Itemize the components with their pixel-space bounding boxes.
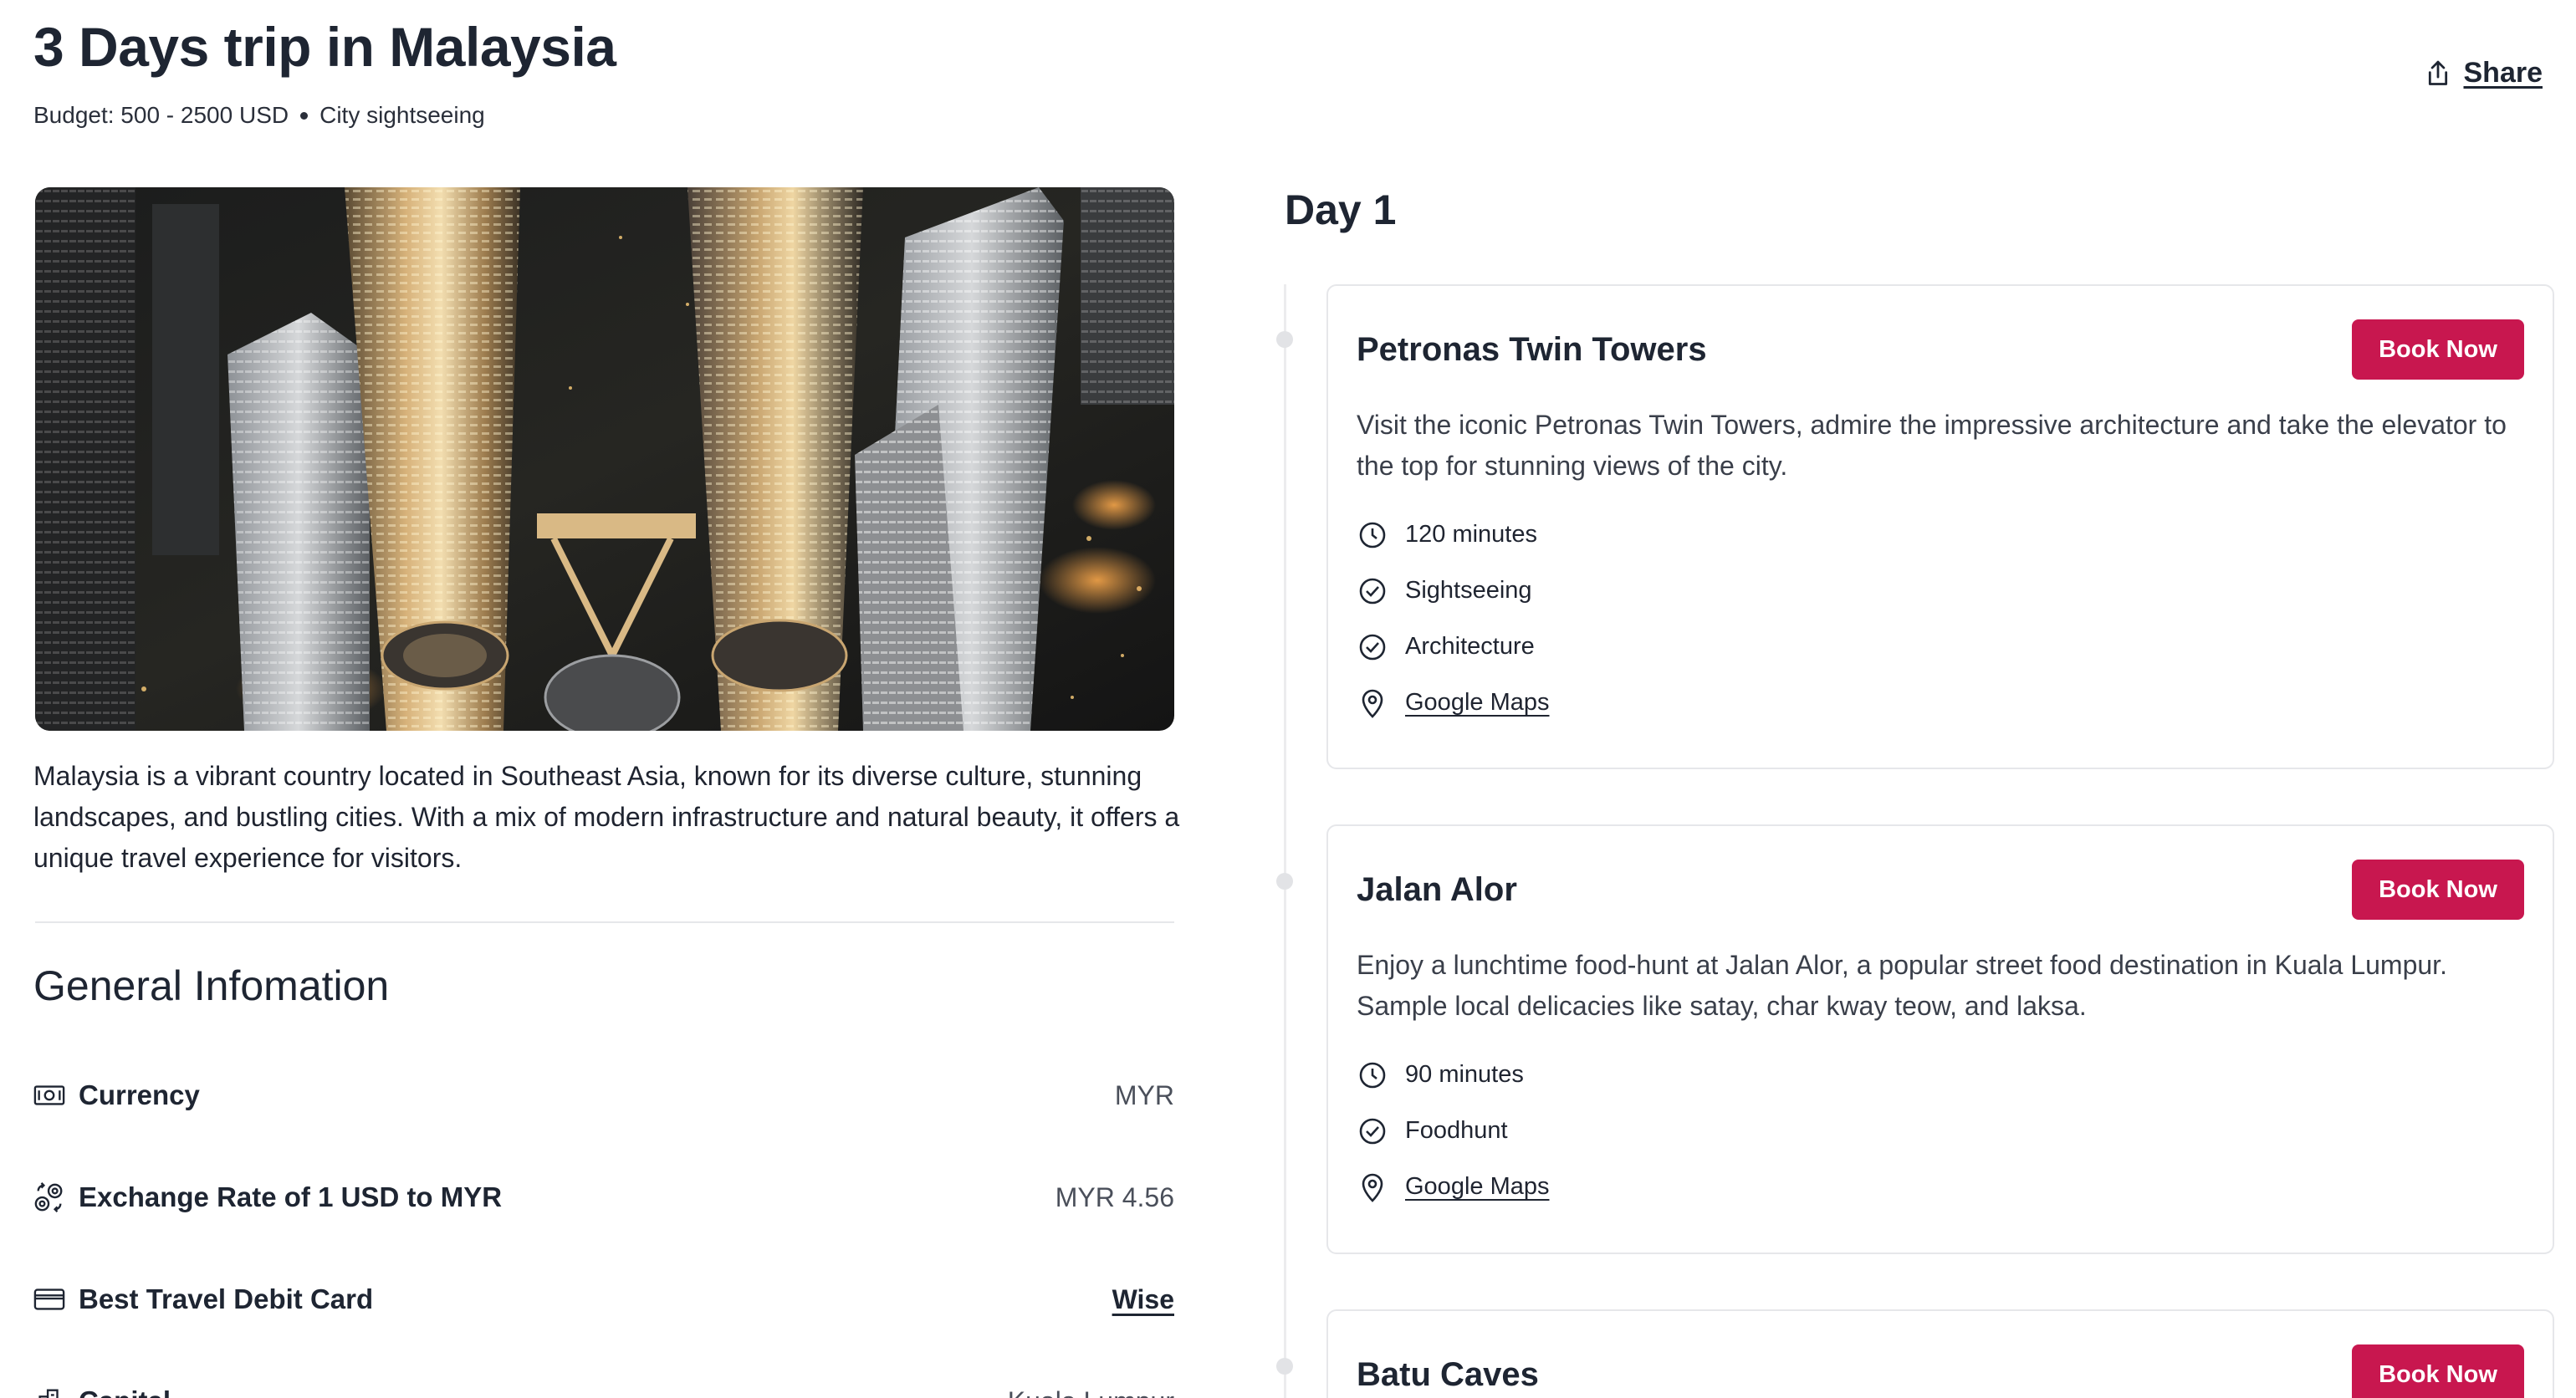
duration-text: 120 minutes [1405,521,1537,548]
share-icon [2422,58,2454,89]
page-title: 3 Days trip in Malaysia [33,16,616,78]
info-row-exchange-rate: Exchange Rate of 1 USD to MYR MYR 4.56 [33,1172,1174,1222]
share-label: Share [2463,57,2543,89]
info-row-debit-card: Best Travel Debit Card Wise [33,1274,1174,1324]
hero-image [35,187,1174,731]
section-divider [35,921,1174,923]
share-button[interactable]: Share [2422,57,2543,89]
tag-text: Architecture [1405,633,1535,660]
wise-link[interactable]: Wise [1112,1284,1174,1315]
general-info-title: General Infomation [33,962,390,1009]
tag-row: Foodhunt [1357,1103,1550,1159]
activity-card: Batu Caves Book Now [1326,1309,2554,1398]
info-label: Currency [79,1079,200,1110]
activity-description: Visit the iconic Petronas Twin Towers, a… [1357,410,2507,481]
google-maps-link[interactable]: Google Maps [1405,1173,1550,1201]
budget-text: Budget: 500 - 2500 USD [33,102,289,128]
info-value: MYR 4.56 [1055,1181,1174,1212]
maps-row: Google Maps [1357,675,1550,731]
book-now-button[interactable]: Book Now [2352,319,2524,380]
trip-meta: Budget: 500 - 2500 USD City sightseeing [33,102,485,129]
info-value: MYR [1114,1079,1174,1110]
tag-text: Sightseeing [1405,577,1532,604]
activity-title: Batu Caves [1357,1355,1539,1393]
activity-card: Jalan Alor Book Now Enjoy a lunchtime fo… [1326,824,2554,1254]
banknote-icon [33,1079,65,1111]
activity-description: Enjoy a lunchtime food-hunt at Jalan Alo… [1357,950,2447,1021]
duration-text: 90 minutes [1405,1061,1524,1088]
trip-style-text: City sightseeing [319,102,485,128]
map-pin-icon [1357,1171,1388,1203]
timeline-dot [1276,1358,1293,1375]
clock-icon [1357,1059,1388,1091]
country-description: Malaysia is a vibrant country located in… [33,761,1180,873]
tag-text: Foodhunt [1405,1117,1508,1144]
trip-page: 3 Days trip in Malaysia Budget: 500 - 25… [0,0,2576,1398]
timeline-dot [1276,873,1293,890]
building-icon [33,1385,65,1398]
info-value: Kuala Lumpur [1008,1386,1174,1398]
map-pin-icon [1357,687,1388,719]
credit-card-icon [33,1283,65,1315]
timeline-line [1284,284,1286,1398]
info-row-capital: Capital Kuala Lumpur [33,1376,1174,1398]
day-title: Day 1 [1285,186,1397,233]
check-circle-icon [1357,631,1388,663]
google-maps-link[interactable]: Google Maps [1405,689,1550,717]
activity-card: Petronas Twin Towers Book Now Visit the … [1326,284,2554,769]
maps-row: Google Maps [1357,1159,1550,1215]
check-circle-icon [1357,1115,1388,1147]
duration-row: 120 minutes [1357,507,1550,563]
exchange-coins-icon [33,1181,65,1213]
info-label: Exchange Rate of 1 USD to MYR [79,1181,503,1212]
activity-meta: 120 minutes Sightseeing Architecture Goo… [1357,507,1550,731]
clock-icon [1357,519,1388,551]
info-label: Best Travel Debit Card [79,1283,374,1314]
book-now-button[interactable]: Book Now [2352,1344,2524,1398]
check-circle-icon [1357,575,1388,607]
activity-title: Petronas Twin Towers [1357,330,1707,368]
tag-row: Sightseeing [1357,563,1550,619]
info-label: Capital [79,1385,171,1398]
activity-meta: 90 minutes Foodhunt Google Maps [1357,1047,1550,1215]
book-now-button[interactable]: Book Now [2352,860,2524,920]
info-row-currency: Currency MYR [33,1070,1174,1120]
tag-row: Architecture [1357,619,1550,675]
activity-title: Jalan Alor [1357,870,1517,908]
timeline-dot [1276,331,1293,348]
separator-dot [300,111,309,120]
duration-row: 90 minutes [1357,1047,1550,1103]
